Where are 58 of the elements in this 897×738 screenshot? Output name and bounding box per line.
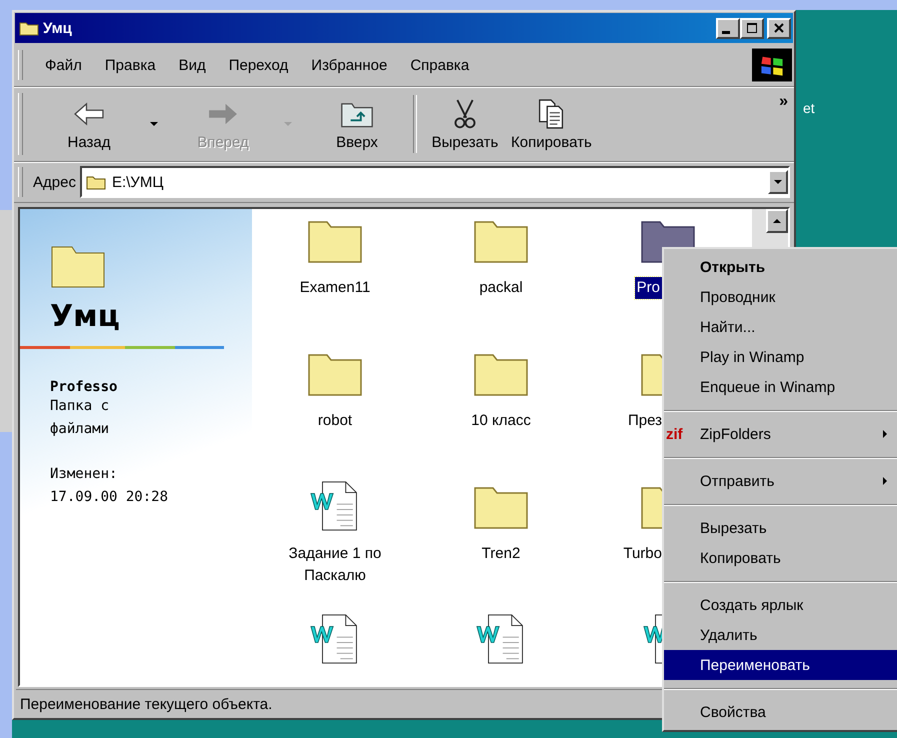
context-menu-item[interactable]: Переименовать <box>664 650 897 680</box>
toolbar-overflow-button[interactable]: » <box>779 93 788 111</box>
file-label[interactable]: Pro <box>634 277 662 299</box>
scroll-up-button[interactable] <box>766 209 788 233</box>
dropdown-button[interactable] <box>768 170 788 194</box>
folder-icon <box>86 174 106 190</box>
file-label[interactable]: През <box>628 410 662 432</box>
status-text: Переименование текущего объекта. <box>20 696 272 712</box>
folder-icon <box>19 20 39 36</box>
maximize-button[interactable] <box>740 18 764 38</box>
file-label[interactable]: Examen11 <box>260 277 410 299</box>
file-label[interactable]: Tren2 <box>426 543 576 565</box>
context-menu-item[interactable]: Свойства <box>664 697 897 727</box>
address-label: Адрес <box>33 174 76 190</box>
menu-item[interactable]: Переход <box>216 56 300 74</box>
toolbar-button[interactable]: Назад <box>49 96 129 152</box>
context-menu-item[interactable]: zif ZipFolders <box>664 419 897 449</box>
windows-logo-icon <box>752 47 792 83</box>
menu-item[interactable]: Избранное <box>299 56 398 74</box>
context-menu-item[interactable]: Удалить <box>664 620 897 650</box>
file-label[interactable]: Turbo <box>623 543 662 565</box>
caret-icon <box>772 218 782 224</box>
zip-badge-icon: zif <box>666 426 683 442</box>
desktop-icon-label: et <box>803 100 815 116</box>
maximize-icon <box>747 23 757 33</box>
file-label[interactable]: Задание 1 по Паскалю <box>260 543 410 587</box>
context-menu-item[interactable]: Найти... <box>664 312 897 342</box>
close-icon <box>774 23 784 33</box>
file-label[interactable]: robot <box>260 410 410 432</box>
context-menu-item[interactable]: Создать ярлык <box>664 590 897 620</box>
menu-item[interactable]: Справка <box>398 56 480 74</box>
item-type: Папка с файлами <box>50 397 110 439</box>
window-title: Умц <box>43 20 72 36</box>
menu-item[interactable]: Файл <box>33 56 93 74</box>
minimize-icon <box>722 30 730 34</box>
context-menu-item[interactable]: Enqueue in Winamp <box>664 372 897 402</box>
folder-title: Умц <box>50 299 121 334</box>
menu-item[interactable]: Вид <box>166 56 217 74</box>
context-menu-item[interactable]: Проводник <box>664 282 897 312</box>
toolbar-button[interactable]: Вверх <box>317 96 397 152</box>
file-label[interactable]: 10 класс <box>426 410 576 432</box>
toolbar-button[interactable]: Копировать <box>505 96 598 152</box>
file-label[interactable]: packal <box>426 277 576 299</box>
context-menu-item[interactable]: Отправить <box>664 466 897 496</box>
toolbar-button[interactable]: Вырезать <box>425 96 505 152</box>
close-button[interactable] <box>767 18 791 38</box>
context-menu-item[interactable]: Вырезать <box>664 513 897 543</box>
item-name: Professo <box>50 379 118 395</box>
dropdown-caret-icon[interactable] <box>149 121 159 127</box>
caret-icon <box>773 179 783 185</box>
menu-item[interactable]: Правка <box>92 56 167 74</box>
modified-label: Изменен: <box>50 465 118 484</box>
context-menu-item[interactable]: Открыть <box>664 252 897 282</box>
address-field[interactable]: E:\УМЦ <box>80 166 790 198</box>
minimize-button[interactable] <box>716 18 740 38</box>
context-menu-item[interactable]: Копировать <box>664 543 897 573</box>
modified-date: 17.09.00 20:28 <box>50 488 170 507</box>
context-menu-item[interactable]: Play in Winamp <box>664 342 897 372</box>
